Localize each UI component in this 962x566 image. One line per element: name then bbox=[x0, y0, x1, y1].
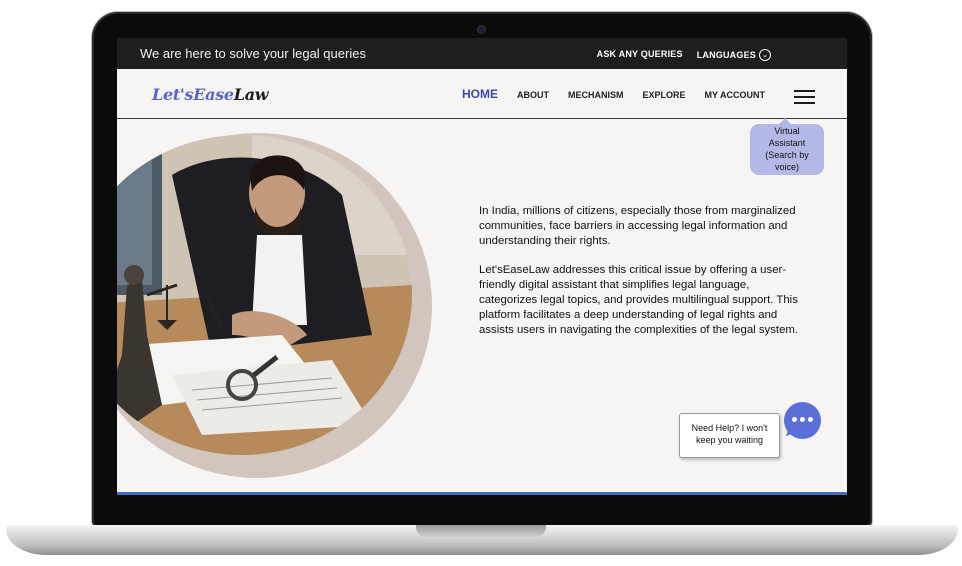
ellipsis-icon bbox=[792, 417, 813, 422]
chat-bubble-icon[interactable] bbox=[784, 402, 821, 439]
languages-label: LANGUAGES bbox=[696, 50, 756, 60]
logo-part-1: Let'sEase bbox=[152, 85, 234, 104]
main-navbar: Let'sEaseLaw HOME ABOUT MECHANISM EXPLOR… bbox=[117, 69, 847, 119]
nav-item-mechanism[interactable]: MECHANISM bbox=[568, 90, 624, 101]
assistant-line-2: Assistant bbox=[768, 138, 806, 148]
top-links: ASK ANY QUERIES LANGUAGES ⌄ bbox=[597, 49, 771, 61]
help-message-bubble[interactable]: Need Help? I won't keep you waiting bbox=[679, 413, 780, 458]
top-bar: We are here to solve your legal queries … bbox=[117, 38, 847, 69]
ask-queries-link[interactable]: ASK ANY QUERIES bbox=[597, 49, 683, 61]
nav-item-explore[interactable]: EXPLORE bbox=[643, 90, 686, 101]
nav-item-home[interactable]: HOME bbox=[462, 87, 498, 101]
chevron-down-icon: ⌄ bbox=[759, 49, 771, 61]
assistant-line-4: voice) bbox=[774, 162, 799, 172]
intro-paragraph-1: In India, millions of citizens, especial… bbox=[479, 205, 796, 247]
screen-bottom-accent bbox=[117, 492, 847, 495]
nav-item-about[interactable]: ABOUT bbox=[517, 90, 549, 101]
intro-paragraph-2: Let'sEaseLaw addresses this critical iss… bbox=[479, 264, 799, 336]
laptop-base-notch bbox=[416, 525, 546, 537]
hamburger-icon[interactable] bbox=[794, 90, 815, 104]
virtual-assistant-tooltip[interactable]: Virtual Assistant (Search by voice) bbox=[750, 118, 824, 175]
webcam bbox=[478, 26, 485, 33]
logo-part-2: Law bbox=[233, 85, 269, 104]
nav-menu: HOME ABOUT MECHANISM EXPLORE MY ACCOUNT bbox=[462, 87, 766, 101]
assistant-line-1: Virtual bbox=[774, 126, 800, 136]
intro-text: In India, millions of citizens, especial… bbox=[479, 204, 799, 337]
languages-dropdown[interactable]: LANGUAGES ⌄ bbox=[697, 49, 771, 61]
website-screen: We are here to solve your legal queries … bbox=[117, 38, 847, 494]
site-logo[interactable]: Let'sEaseLaw bbox=[152, 85, 269, 104]
help-line-2: keep you waiting bbox=[695, 435, 764, 445]
help-line-1: Need Help? I won't bbox=[691, 423, 768, 433]
nav-item-my-account[interactable]: MY ACCOUNT bbox=[705, 90, 766, 101]
assistant-line-3: (Search by bbox=[765, 150, 809, 160]
tagline: We are here to solve your legal queries bbox=[140, 46, 366, 61]
